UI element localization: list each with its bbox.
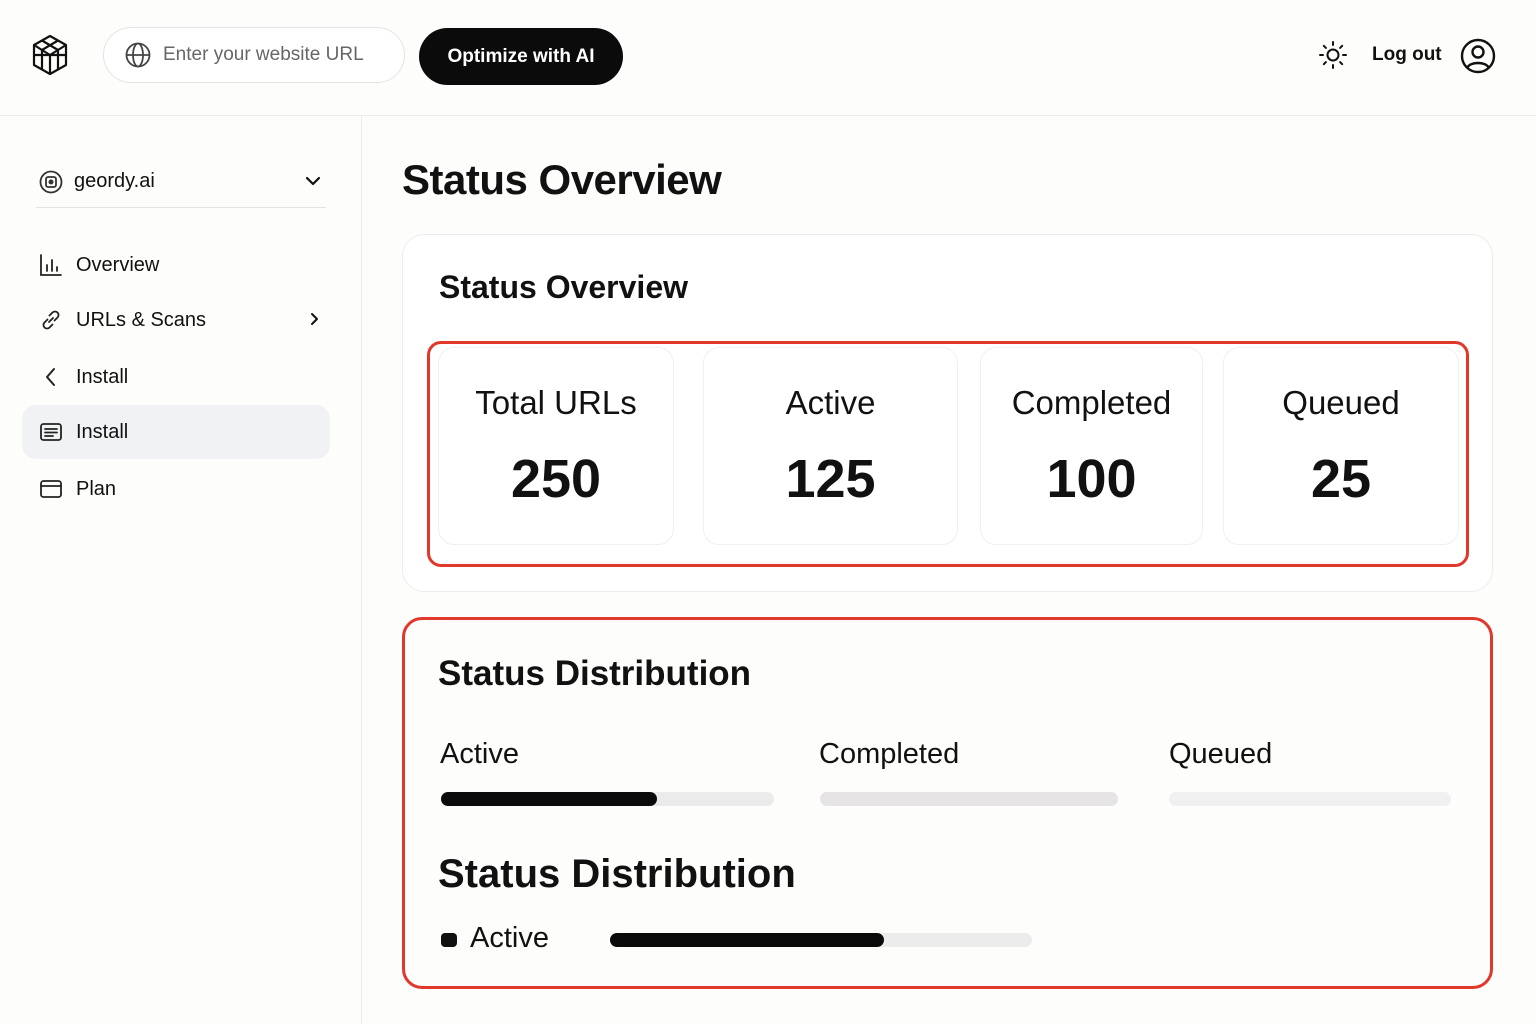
legend-dot [441,933,457,947]
sidebar-item-label: Install [76,420,129,443]
top-header: Optimize with AI Log out [0,0,1536,116]
stat-label: Total URLs [475,384,637,421]
sidebar-item-urls-scans[interactable]: URLs & Scans [22,293,330,347]
site-name: geordy.ai [74,170,155,192]
link-icon [42,310,60,330]
stat-value: 25 [1310,449,1372,509]
sun-icon[interactable] [1318,40,1348,70]
chevron-left-icon [46,368,55,386]
sidebar-item-label: Plan [76,477,117,500]
card-title: Status Overview [439,269,688,305]
distribution-label-completed: Completed [819,738,960,770]
globe-icon [125,42,151,68]
progress-bar-active-secondary [610,933,1032,947]
progress-bar-queued [1169,792,1451,806]
stat-card-total-urls: Total URLs 250 [438,347,674,545]
distribution-title: Status Distribution [438,654,752,693]
user-circle-icon[interactable] [1460,38,1496,74]
progress-fill [441,792,658,806]
distribution-label-active: Active [440,738,519,770]
sidebar-item-overview[interactable]: Overview [22,238,330,292]
page-title: Status Overview [402,156,722,203]
stat-value: 125 [785,449,876,509]
site-icon [39,170,63,193]
stat-value: 100 [1046,449,1137,509]
chevron-down-icon [305,176,321,186]
logo-icon[interactable] [28,33,72,77]
site-selector[interactable]: geordy.ai [36,156,326,208]
progress-bar-completed [820,792,1118,806]
status-distribution-panel: Status Distribution Active Completed Que… [402,617,1493,989]
stat-card-queued: Queued 25 [1223,347,1459,545]
progress-fill [610,933,885,947]
website-url-input[interactable] [163,44,403,66]
logout-link[interactable]: Log out [1372,44,1442,66]
stat-label: Completed [1011,384,1172,421]
sidebar-item-install[interactable]: Install [22,405,330,459]
sidebar: geordy.ai Overview URLs & Scans Install [0,116,362,1024]
list-icon [40,423,62,441]
sidebar-item-label: Overview [76,253,160,276]
distribution-title-secondary: Status Distribution [438,852,796,896]
sidebar-item-label: URLs & Scans [76,308,207,331]
bar-chart-icon [40,254,62,276]
stat-label: Active [785,384,876,421]
sidebar-item-plan[interactable]: Plan [22,462,330,516]
status-overview-card: Status Overview Total URLs 250 Active 12… [402,234,1493,592]
legend-label-active: Active [470,922,549,954]
stat-card-active: Active 125 [703,347,958,545]
stat-label: Queued [1282,384,1400,421]
optimize-button[interactable]: Optimize with AI [419,28,623,85]
card-icon [40,480,62,498]
url-input-container[interactable] [103,27,405,83]
stat-value: 250 [510,449,602,509]
sidebar-item-install-back[interactable]: Install [22,350,330,404]
distribution-label-queued: Queued [1169,738,1273,770]
stat-card-completed: Completed 100 [980,347,1203,545]
progress-bar-active [441,792,774,806]
sidebar-item-label: Install [76,365,129,388]
chevron-right-icon [311,313,318,325]
